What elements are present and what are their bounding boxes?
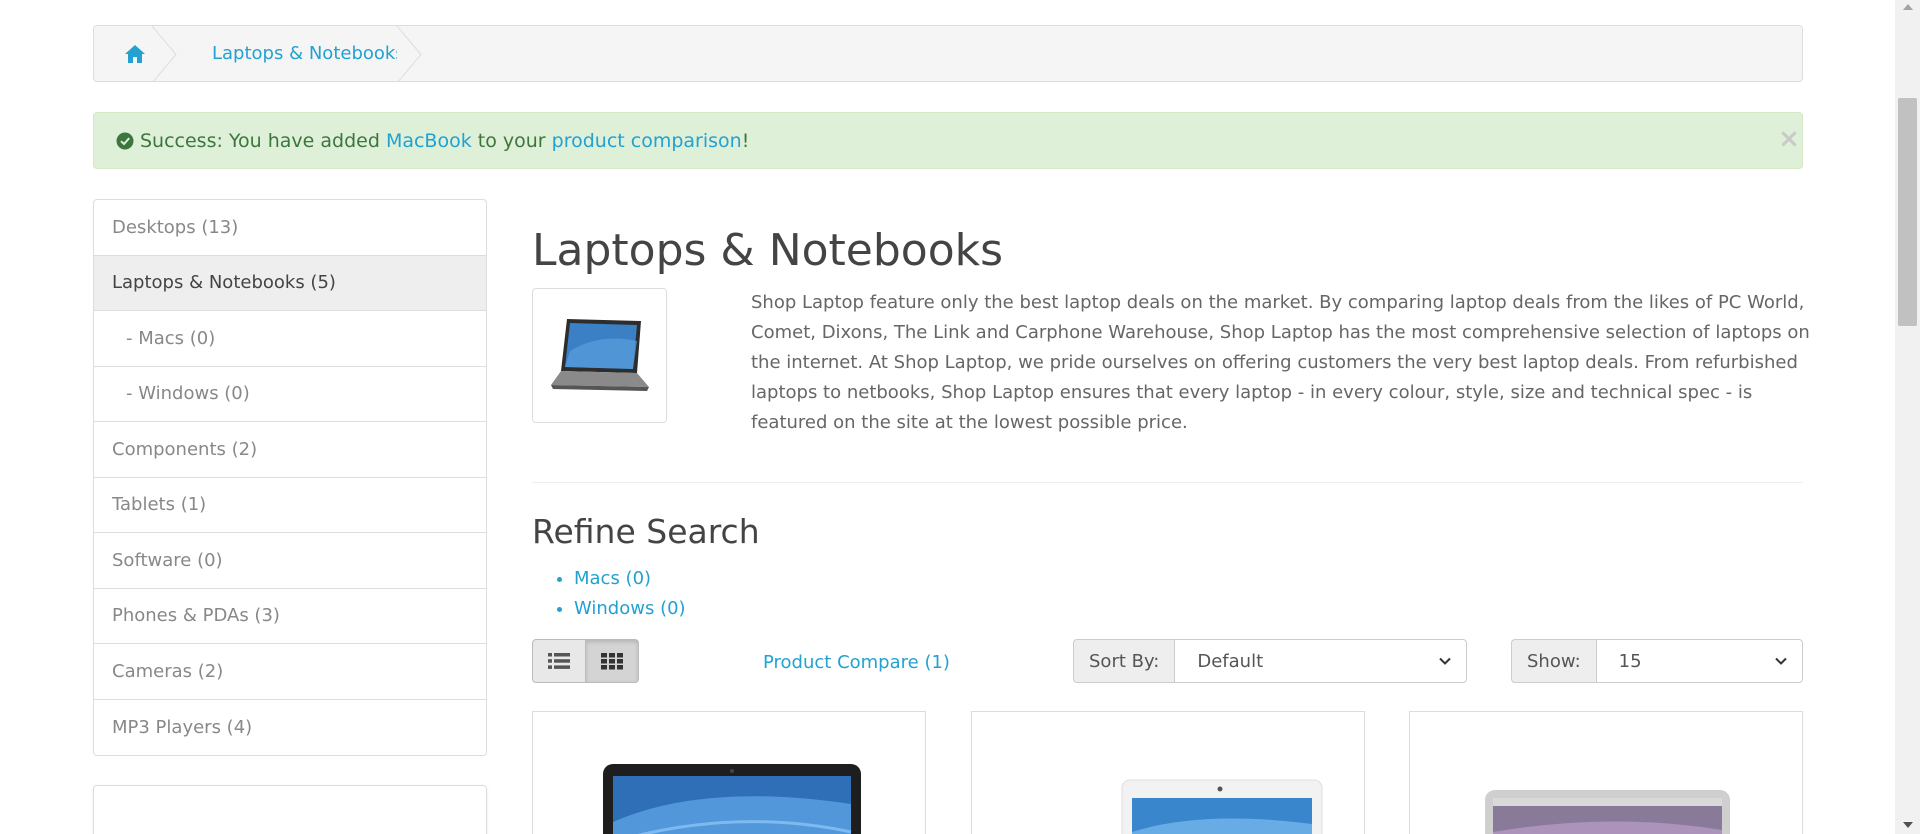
category-thumbnail	[532, 288, 667, 423]
check-circle-icon	[116, 132, 134, 149]
breadcrumb-item[interactable]: Laptops & Notebooks	[176, 26, 422, 81]
sidebar-item-label: MP3 Players (4)	[112, 716, 253, 738]
sidebar-item-label: Software (0)	[112, 549, 223, 571]
refine-link-macs[interactable]: Macs (0)	[574, 568, 651, 589]
sidebar-item-label: Phones & PDAs (3)	[112, 605, 280, 627]
list-item: Windows (0)	[574, 594, 686, 624]
sidebar-item-windows[interactable]: - Windows (0)	[94, 367, 486, 422]
grid-view-button[interactable]	[585, 639, 639, 683]
chevron-down-icon	[1775, 657, 1787, 665]
view-toggle-group	[532, 639, 639, 683]
alert-product-link[interactable]: MacBook	[386, 130, 472, 152]
sidebar-item-components[interactable]: Components (2)	[94, 422, 486, 478]
page-scrollbar[interactable]	[1895, 0, 1920, 834]
breadcrumb: Laptops & Notebooks	[93, 25, 1803, 82]
refine-link-windows[interactable]: Windows (0)	[574, 598, 686, 619]
refine-search-title: Refine Search	[532, 512, 760, 551]
alert-text-suffix: !	[741, 129, 750, 152]
sidebar-item-label: Tablets (1)	[112, 494, 207, 516]
scrollbar-thumb[interactable]	[1898, 98, 1917, 326]
show-value: 15	[1618, 650, 1642, 672]
sidebar-item-software[interactable]: Software (0)	[94, 533, 486, 589]
alert-close-button[interactable]: ×	[1776, 126, 1802, 152]
alert-text-prefix: Success: You have added	[140, 129, 386, 152]
breadcrumb-home[interactable]	[94, 26, 177, 81]
scroll-down-arrow-icon[interactable]	[1903, 822, 1913, 828]
product-card[interactable]	[971, 711, 1365, 834]
product-card[interactable]	[532, 711, 926, 834]
sidebar-item-desktops[interactable]: Desktops (13)	[94, 200, 486, 256]
sort-group: Sort By: Default	[1073, 639, 1467, 683]
sidebar-item-phones[interactable]: Phones & PDAs (3)	[94, 589, 486, 644]
show-group: Show: 15	[1511, 639, 1803, 683]
page-title: Laptops & Notebooks	[532, 225, 1004, 276]
grid-view-icon	[600, 653, 623, 670]
sort-label: Sort By:	[1073, 639, 1175, 683]
laptop-image	[550, 318, 649, 391]
refine-list: Macs (0) Windows (0)	[574, 564, 686, 624]
sidebar-banner-box	[93, 785, 487, 834]
sort-select[interactable]: Default	[1174, 639, 1467, 683]
list-view-icon	[547, 653, 570, 669]
category-description: Shop Laptop feature only the best laptop…	[751, 292, 1810, 433]
show-label: Show:	[1511, 639, 1596, 683]
product-compare-link[interactable]: Product Compare (1)	[763, 652, 950, 673]
breadcrumb-separator	[396, 26, 445, 81]
divider	[532, 482, 1803, 483]
show-select[interactable]: 15	[1595, 639, 1803, 683]
scroll-up-arrow-icon[interactable]	[1903, 4, 1913, 10]
sidebar-item-label: Laptops & Notebooks (5)	[112, 272, 336, 294]
chevron-down-icon	[1439, 657, 1451, 665]
product-image	[1485, 790, 1730, 834]
sidebar-item-laptops[interactable]: Laptops & Notebooks (5)	[94, 255, 486, 311]
product-card[interactable]	[1409, 711, 1803, 834]
sidebar-item-label: - Macs (0)	[126, 327, 216, 349]
product-image	[1121, 779, 1323, 834]
sidebar-item-tablets[interactable]: Tablets (1)	[94, 478, 486, 533]
sidebar-item-label: Cameras (2)	[112, 660, 224, 682]
list-item: Macs (0)	[574, 564, 686, 594]
sidebar-item-mp3[interactable]: MP3 Players (4)	[94, 700, 486, 756]
breadcrumb-link-laptops[interactable]: Laptops & Notebooks	[176, 43, 405, 64]
sidebar-item-label: Components (2)	[112, 438, 258, 460]
sidebar-item-cameras[interactable]: Cameras (2)	[94, 644, 486, 700]
sidebar-item-label: - Windows (0)	[126, 383, 250, 405]
sidebar-item-macs[interactable]: - Macs (0)	[94, 311, 486, 367]
alert-compare-link[interactable]: product comparison	[552, 130, 742, 152]
product-image	[603, 764, 861, 834]
list-view-button[interactable]	[532, 639, 586, 683]
category-sidebar: Desktops (13) Laptops & Notebooks (5) - …	[93, 199, 487, 756]
alert-text-middle: to your	[471, 129, 552, 152]
sort-value: Default	[1197, 650, 1264, 672]
sidebar-item-label: Desktops (13)	[112, 216, 239, 238]
home-icon	[125, 44, 145, 63]
success-alert: Success: You have added MacBook to your …	[93, 112, 1803, 169]
